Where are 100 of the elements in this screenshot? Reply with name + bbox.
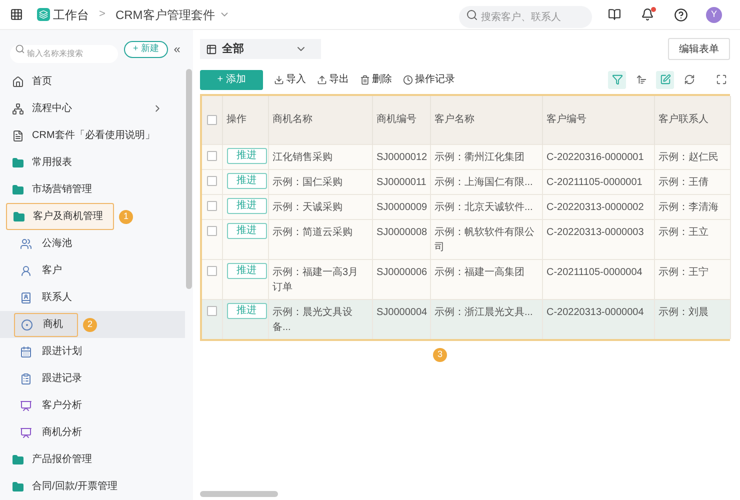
select-all-checkbox[interactable] bbox=[206, 114, 217, 125]
sidebar-item[interactable]: 常用报表 bbox=[6, 149, 82, 176]
toolbar-button[interactable]: 导入 bbox=[274, 72, 306, 87]
view-select[interactable]: 全部 bbox=[200, 39, 321, 59]
sidebar-subitem[interactable]: 商机分析 bbox=[14, 420, 96, 444]
table-cell: 示例：简道云采购 bbox=[272, 226, 352, 238]
table-cell: 示例：国仁采购 bbox=[272, 176, 342, 188]
folder-icon bbox=[12, 184, 24, 196]
collapse-sidebar-button[interactable]: « bbox=[174, 40, 180, 58]
table-row[interactable]: 推进 示例：国仁采购 SJ0000011 示例：上海国仁有限... C-20211105-0000001 示例：王倩 bbox=[202, 169, 730, 194]
column-header: 操作 bbox=[226, 114, 246, 126]
table-cell: 示例：刘晨 bbox=[658, 306, 708, 318]
table-cell: SJ0000012 bbox=[376, 152, 428, 162]
global-search-field[interactable]: 搜索客户、联系人 bbox=[459, 6, 592, 28]
home-icon bbox=[12, 76, 24, 88]
book-icon[interactable] bbox=[608, 8, 621, 21]
sidebar-subitem[interactable]: 跟进计划 bbox=[14, 340, 96, 364]
table-cell: SJ0000006 bbox=[376, 266, 428, 278]
toolbar-button[interactable]: 删除 bbox=[360, 72, 392, 87]
table-cell: SJ0000008 bbox=[376, 226, 428, 238]
sidebar-subitem[interactable]: 联系人 bbox=[14, 286, 86, 310]
folder-icon bbox=[12, 156, 24, 168]
toolbar-button[interactable]: 操作记录 bbox=[403, 72, 455, 87]
folder-icon bbox=[12, 480, 24, 492]
people-icon bbox=[20, 238, 32, 250]
filter-icon[interactable] bbox=[608, 70, 626, 88]
column-header: 客户联系人 bbox=[658, 114, 708, 126]
table-row[interactable]: 推进 江化销售采购 SJ0000012 示例：衢州江化集团 C-20220316-0000001 示例：赵仁民 bbox=[202, 144, 730, 169]
table-cell: SJ0000011 bbox=[376, 176, 426, 188]
upload-icon bbox=[317, 74, 327, 84]
sidebar-item[interactable]: 客户及商机管理 bbox=[6, 203, 114, 230]
row-checkbox[interactable] bbox=[206, 266, 217, 276]
table-cell: C-20220316-0000001 bbox=[546, 152, 644, 162]
edit-table-icon[interactable] bbox=[656, 70, 674, 88]
sidebar-scrollbar[interactable] bbox=[186, 69, 192, 289]
table-cell: SJ0000004 bbox=[376, 306, 428, 318]
person-icon bbox=[20, 264, 32, 276]
bell-icon[interactable] bbox=[641, 8, 654, 21]
sidebar-item[interactable]: 流程中心 bbox=[6, 95, 173, 122]
table-cell: 江化销售采购 bbox=[272, 152, 332, 162]
download-icon bbox=[274, 74, 284, 84]
callout-badge: 1 bbox=[119, 210, 133, 224]
folder-icon bbox=[13, 210, 25, 222]
table-row[interactable]: 推进 示例：晨光文具设备... SJ0000004 示例：浙江晨光文具... C-20220313-0000004 示例：刘晨 bbox=[202, 299, 730, 338]
row-checkbox[interactable] bbox=[206, 200, 217, 210]
sidebar-subitem[interactable]: 跟进记录 bbox=[14, 366, 96, 390]
table-row[interactable]: 推进 示例：福建一高3月订单 SJ0000006 示例：福建一高集团 C-20211105-0000004 示例：王宁 bbox=[202, 259, 730, 299]
row-checkbox[interactable] bbox=[206, 176, 217, 186]
table-cell: C-20220313-0000002 bbox=[546, 202, 644, 212]
search-icon bbox=[466, 8, 478, 20]
app-title[interactable]: CRM客户管理套件 bbox=[115, 6, 215, 24]
table-cell: 示例：福建一高集团 bbox=[434, 266, 524, 278]
table-cell: 示例：帆软软件有限公司 bbox=[434, 226, 534, 252]
horizontal-scrollbar[interactable] bbox=[200, 491, 278, 497]
sidebar-subitem[interactable]: 公海池 bbox=[14, 232, 86, 256]
sidebar-subitem[interactable]: 商机 bbox=[14, 312, 78, 336]
workspace-link[interactable]: 工作台 bbox=[53, 6, 89, 24]
row-checkbox[interactable] bbox=[206, 306, 217, 316]
presentation-icon bbox=[20, 400, 32, 412]
edit-form-button[interactable]: 编辑表单 bbox=[668, 38, 730, 60]
sidebar-item[interactable]: CRM套件「必看使用说明」 bbox=[6, 122, 165, 149]
table-cell: 示例：王倩 bbox=[658, 176, 708, 188]
sidebar-search-field[interactable]: 输入名称来搜索 bbox=[10, 44, 118, 62]
callout-badge: 2 bbox=[83, 318, 97, 332]
sidebar-subitem[interactable]: 客户 bbox=[14, 258, 76, 282]
table-cell: C-20220313-0000003 bbox=[546, 226, 644, 238]
toolbar-button[interactable]: 导出 bbox=[317, 72, 349, 87]
table-cell: 示例：赵仁民 bbox=[658, 152, 718, 162]
folder-icon bbox=[12, 454, 24, 466]
table-cell: 示例：天诚采购 bbox=[272, 202, 342, 212]
sidebar-item[interactable]: 市场营销管理 bbox=[6, 176, 102, 203]
sidebar-subitem[interactable]: 客户分析 bbox=[14, 394, 96, 418]
callout-badge: 3 bbox=[433, 348, 447, 362]
sidebar-item[interactable]: 首页 bbox=[6, 68, 62, 95]
sidebar-item[interactable]: 产品报价管理 bbox=[6, 446, 102, 473]
table-cell: 示例：上海国仁有限... bbox=[434, 176, 533, 188]
trash-icon bbox=[360, 74, 370, 84]
column-header: 客户编号 bbox=[546, 114, 586, 126]
table-cell: 示例：北京天诚软件... bbox=[434, 202, 533, 212]
table-row[interactable]: 推进 示例：简道云采购 SJ0000008 示例：帆软软件有限公司 C-20220313-0000003 示例：王立 bbox=[202, 219, 730, 259]
search-icon bbox=[15, 44, 25, 54]
row-checkbox[interactable] bbox=[206, 226, 217, 236]
table-cell: 示例：王宁 bbox=[658, 266, 708, 278]
table-cell: C-20211105-0000004 bbox=[546, 266, 642, 278]
table-cell: 示例：王立 bbox=[658, 226, 708, 238]
table-cell: 示例：晨光文具设备... bbox=[272, 306, 352, 332]
clock-icon bbox=[403, 74, 413, 84]
target-icon bbox=[21, 318, 33, 330]
app-logo-icon bbox=[37, 8, 50, 21]
breadcrumb-separator: > bbox=[99, 7, 106, 22]
document-icon bbox=[12, 130, 24, 142]
column-header: 商机名称 bbox=[272, 114, 312, 126]
row-checkbox[interactable] bbox=[206, 150, 217, 160]
table-row[interactable]: 推进 示例：天诚采购 SJ0000009 示例：北京天诚软件... C-20220313-0000002 示例：李清海 bbox=[202, 194, 730, 219]
table-cell: SJ0000009 bbox=[376, 202, 428, 212]
sidebar-item[interactable]: 合同/回款/开票管理 bbox=[6, 473, 128, 500]
apps-grid-icon[interactable] bbox=[10, 8, 23, 21]
help-icon[interactable] bbox=[674, 8, 688, 22]
table-cell: 示例：福建一高3月订单 bbox=[272, 266, 358, 292]
table-cell: 示例：李清海 bbox=[658, 202, 718, 212]
